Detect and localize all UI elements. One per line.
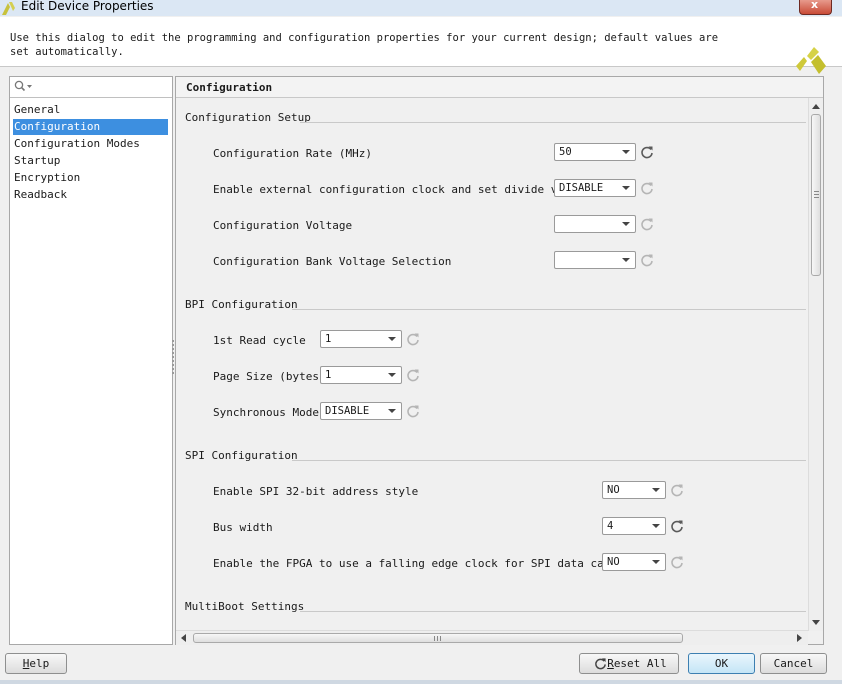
- ext-clock-select[interactable]: DISABLE: [554, 179, 636, 197]
- bank-voltage-select[interactable]: [554, 251, 636, 269]
- panel-header: Configuration: [176, 77, 823, 98]
- vertical-scrollbar[interactable]: [808, 98, 823, 631]
- section-title-spi-configuration: SPI Configuration: [185, 449, 298, 462]
- help-label: elp: [29, 657, 50, 670]
- refresh-icon: [641, 254, 653, 267]
- panel-title: Configuration: [186, 81, 273, 94]
- chevron-down-icon: [652, 524, 660, 528]
- section-title-multiboot-settings: MultiBoot Settings: [185, 600, 305, 613]
- ext-clock-label: Enable external configuration clock and …: [213, 183, 584, 196]
- section-title-bpi-configuration: BPI Configuration: [185, 298, 298, 311]
- read-cycle-select[interactable]: 1: [320, 330, 402, 348]
- reset-all-mnemonic: R: [607, 657, 614, 670]
- page-size-value: 1: [325, 369, 332, 381]
- falling-edge-select[interactable]: NO: [602, 553, 666, 571]
- falling-edge-label: Enable the FPGA to use a falling edge cl…: [213, 557, 637, 570]
- spi-32bit-label: Enable SPI 32-bit address style: [213, 485, 419, 498]
- category-tree: General Configuration Configuration Mode…: [9, 76, 173, 645]
- section-title-configuration-setup: Configuration Setup: [185, 111, 311, 124]
- refresh-icon: [407, 405, 419, 418]
- refresh-icon: [671, 556, 683, 569]
- config-rate-label: Configuration Rate (MHz): [213, 147, 372, 160]
- read-cycle-value: 1: [325, 333, 332, 345]
- nav-item-readback[interactable]: Readback: [13, 187, 168, 203]
- sync-mode-label: Synchronous Mode: [213, 406, 319, 419]
- sync-mode-select[interactable]: DISABLE: [320, 402, 402, 420]
- close-button[interactable]: x: [799, 0, 832, 15]
- nav-item-startup[interactable]: Startup: [13, 153, 168, 169]
- scroll-up-icon[interactable]: [812, 104, 820, 109]
- nav-item-configuration-modes[interactable]: Configuration Modes: [13, 136, 168, 152]
- dialog-description: Use this dialog to edit the programming …: [10, 32, 719, 58]
- chevron-down-icon: [622, 150, 630, 154]
- bus-width-value: 4: [607, 520, 614, 532]
- title-bar: Edit Device Properties x: [0, 0, 842, 16]
- cancel-button[interactable]: Cancel: [760, 653, 827, 674]
- page-size-label: Page Size (bytes): [213, 370, 326, 383]
- refresh-icon[interactable]: [640, 145, 654, 159]
- page-size-select[interactable]: 1: [320, 366, 402, 384]
- config-voltage-select[interactable]: [554, 215, 636, 233]
- close-icon: x: [811, 0, 819, 11]
- window-bottom-border: [0, 680, 842, 684]
- scroll-right-icon[interactable]: [797, 634, 802, 642]
- scroll-down-icon[interactable]: [812, 620, 820, 625]
- horizontal-scroll-thumb[interactable]: [193, 633, 683, 643]
- sync-mode-value: DISABLE: [325, 405, 370, 417]
- properties-content: Configuration Setup Configuration Rate (…: [176, 98, 806, 631]
- section-divider: [292, 309, 806, 310]
- nav-item-general[interactable]: General: [13, 102, 168, 118]
- description-band: Use this dialog to edit the programming …: [0, 17, 842, 74]
- scroll-left-icon[interactable]: [181, 634, 186, 642]
- bus-width-label: Bus width: [213, 521, 273, 534]
- chevron-down-icon: [622, 258, 630, 262]
- reset-all-button[interactable]: Reset All: [579, 653, 679, 674]
- nav-item-configuration[interactable]: Configuration: [13, 119, 168, 135]
- xilinx-logo-icon: [796, 47, 826, 74]
- refresh-icon: [641, 218, 653, 231]
- nav-item-encryption[interactable]: Encryption: [13, 170, 168, 186]
- refresh-icon: [595, 658, 606, 670]
- spi-32bit-select[interactable]: NO: [602, 481, 666, 499]
- section-divider: [292, 460, 806, 461]
- help-button[interactable]: Help: [5, 653, 67, 674]
- reset-all-label: eset All: [613, 657, 667, 670]
- chevron-down-icon: [622, 222, 630, 226]
- chevron-down-icon: [652, 560, 660, 564]
- window-title: Edit Device Properties: [21, 0, 154, 13]
- refresh-icon: [641, 182, 653, 195]
- config-rate-select[interactable]: 50: [554, 143, 636, 161]
- refresh-icon: [671, 484, 683, 497]
- refresh-icon: [407, 333, 419, 346]
- refresh-icon: [407, 369, 419, 382]
- horizontal-scrollbar[interactable]: [176, 630, 808, 645]
- config-voltage-label: Configuration Voltage: [213, 219, 353, 232]
- ext-clock-value: DISABLE: [559, 182, 604, 194]
- app-logo-icon: [2, 2, 15, 15]
- falling-edge-value: NO: [607, 556, 620, 568]
- config-rate-value: 50: [559, 146, 572, 158]
- vertical-scroll-thumb[interactable]: [811, 114, 821, 276]
- ok-button[interactable]: OK: [688, 653, 755, 674]
- bus-width-select[interactable]: 4: [602, 517, 666, 535]
- spi-32bit-value: NO: [607, 484, 620, 496]
- chevron-down-icon: [388, 373, 396, 377]
- chevron-down-icon: [652, 488, 660, 492]
- chevron-down-icon: [388, 337, 396, 341]
- search-icon: [14, 80, 32, 92]
- search-field[interactable]: [10, 77, 172, 98]
- chevron-down-icon: [388, 409, 396, 413]
- section-divider: [300, 122, 806, 123]
- section-divider: [300, 611, 806, 612]
- properties-panel: Configuration Configuration Setup Config…: [175, 76, 824, 645]
- read-cycle-label: 1st Read cycle: [213, 334, 306, 347]
- chevron-down-icon: [622, 186, 630, 190]
- refresh-icon[interactable]: [670, 519, 684, 533]
- bank-voltage-label: Configuration Bank Voltage Selection: [213, 255, 452, 268]
